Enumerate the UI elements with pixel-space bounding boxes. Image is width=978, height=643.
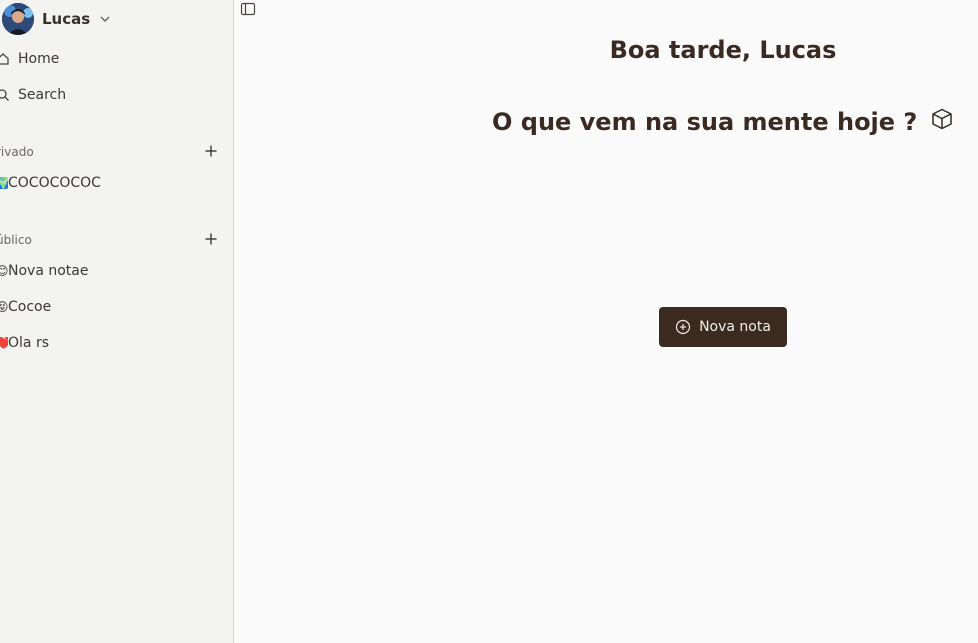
section-label-private: rivado (0, 145, 34, 159)
home-icon (0, 52, 10, 66)
new-note-button[interactable]: Nova nota (659, 307, 787, 347)
plus-circle-icon (675, 319, 691, 335)
note-emoji: 😊 (0, 265, 8, 277)
avatar (2, 3, 34, 35)
prompt-heading: O que vem na sua mente hoje ? (492, 108, 918, 136)
sidebar-toggle-button[interactable] (240, 1, 256, 17)
sidebar: Lucas Home Search rivado 🌍 COCOCOCO (0, 0, 234, 643)
add-private-note-button[interactable] (202, 142, 220, 160)
note-item[interactable]: 😝 Cocoe (0, 296, 51, 318)
note-emoji: 🌍 (0, 177, 8, 189)
nav-search[interactable]: Search (0, 82, 66, 108)
note-title: Ola rs (8, 335, 49, 351)
search-icon (0, 88, 10, 102)
nav-search-label: Search (18, 87, 67, 103)
note-item[interactable]: ❤️ Ola rs (0, 332, 49, 354)
new-note-label: Nova nota (699, 319, 771, 335)
greeting-title: Boa tarde, Lucas (609, 36, 837, 64)
plus-icon (205, 230, 217, 249)
note-item[interactable]: 🌍 COCOCOCOC (0, 172, 101, 194)
nav-home[interactable]: Home (0, 46, 59, 72)
note-title: Nova notae (8, 263, 89, 279)
plus-icon (205, 142, 217, 161)
section-label-public: úblico (0, 233, 32, 247)
note-title: COCOCOCOC (8, 175, 101, 191)
user-menu[interactable]: Lucas (2, 3, 112, 35)
user-name: Lucas (42, 10, 91, 28)
add-public-note-button[interactable] (202, 230, 220, 248)
nav-home-label: Home (18, 51, 60, 67)
note-emoji: ❤️ (0, 337, 8, 349)
app-window: Lucas Home Search rivado 🌍 COCOCOCO (0, 0, 978, 643)
cube-icon (930, 107, 954, 131)
note-item[interactable]: 😊 Nova notae (0, 260, 88, 282)
sidebar-toggle-icon (240, 2, 256, 21)
note-emoji: 😝 (0, 301, 8, 313)
chevron-down-icon (98, 12, 112, 26)
note-title: Cocoe (8, 299, 52, 315)
